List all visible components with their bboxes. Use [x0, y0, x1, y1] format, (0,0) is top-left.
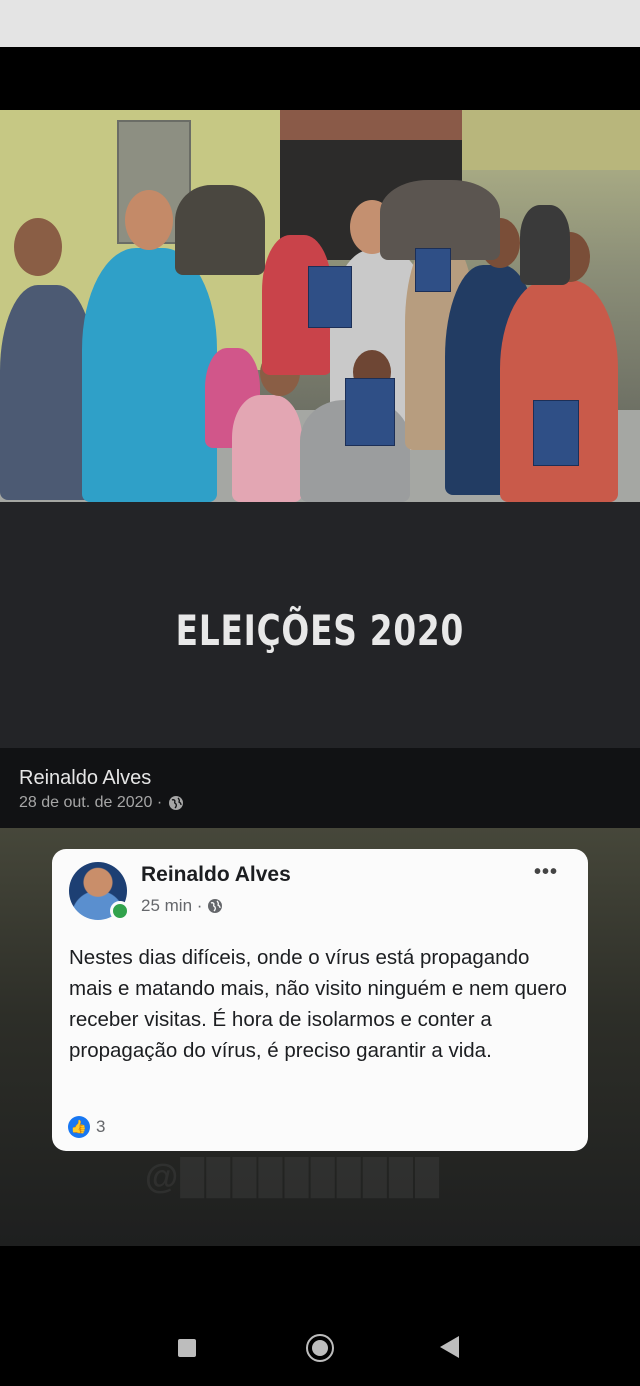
- online-status-icon: [110, 901, 130, 921]
- post-author-name[interactable]: Reinaldo Alves: [19, 767, 151, 790]
- card-meta: 25 min ·: [141, 896, 223, 916]
- like-icon: 👍: [68, 1116, 90, 1138]
- recent-apps-square-icon[interactable]: [178, 1339, 196, 1357]
- more-options-icon[interactable]: •••: [534, 861, 558, 884]
- reactions-row[interactable]: 👍 3: [68, 1116, 105, 1138]
- back-triangle-icon[interactable]: [440, 1336, 459, 1358]
- facebook-post-card: Reinaldo Alves 25 min · ••• Nestes dias …: [52, 849, 588, 1151]
- letterbox-top: [0, 47, 640, 110]
- card-time[interactable]: 25 min ·: [141, 896, 202, 916]
- campaign-photo[interactable]: [0, 110, 640, 502]
- post-meta: 28 de out. de 2020 ·: [19, 794, 184, 812]
- post-text: Nestes dias difíceis, onde o vírus está …: [69, 946, 567, 1062]
- banner-title: ELEIÇÕES 2020: [175, 605, 465, 655]
- watermark: @██████████: [145, 1158, 442, 1196]
- election-banner: ELEIÇÕES 2020: [0, 502, 640, 748]
- status-bar: [0, 0, 640, 47]
- navigation-bar: [0, 1246, 640, 1386]
- post-date[interactable]: 28 de out. de 2020 ·: [19, 794, 162, 812]
- card-author-name[interactable]: Reinaldo Alves: [141, 863, 291, 887]
- like-count: 3: [96, 1117, 106, 1136]
- globe-icon: [208, 899, 223, 913]
- home-circle-icon[interactable]: [306, 1334, 334, 1362]
- globe-icon: [169, 796, 184, 810]
